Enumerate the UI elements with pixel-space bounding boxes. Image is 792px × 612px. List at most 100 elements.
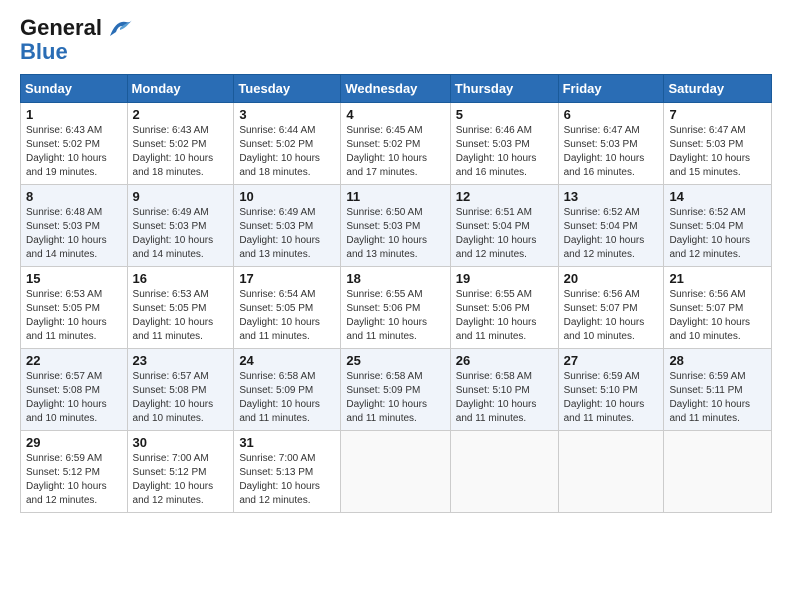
day-number: 3 bbox=[239, 107, 335, 122]
day-cell: 20 Sunrise: 6:56 AMSunset: 5:07 PMDaylig… bbox=[558, 267, 664, 349]
day-number: 15 bbox=[26, 271, 122, 286]
dow-wednesday: Wednesday bbox=[341, 75, 450, 103]
day-number: 14 bbox=[669, 189, 766, 204]
day-cell: 8 Sunrise: 6:48 AMSunset: 5:03 PMDayligh… bbox=[21, 185, 128, 267]
day-cell: 22 Sunrise: 6:57 AMSunset: 5:08 PMDaylig… bbox=[21, 349, 128, 431]
day-info: Sunrise: 6:57 AMSunset: 5:08 PMDaylight:… bbox=[26, 371, 107, 424]
day-info: Sunrise: 6:58 AMSunset: 5:09 PMDaylight:… bbox=[346, 371, 427, 424]
day-number: 4 bbox=[346, 107, 444, 122]
day-number: 2 bbox=[133, 107, 229, 122]
day-cell: 25 Sunrise: 6:58 AMSunset: 5:09 PMDaylig… bbox=[341, 349, 450, 431]
day-cell: 4 Sunrise: 6:45 AMSunset: 5:02 PMDayligh… bbox=[341, 103, 450, 185]
logo-general: General bbox=[20, 15, 102, 40]
day-cell bbox=[341, 431, 450, 513]
day-cell: 30 Sunrise: 7:00 AMSunset: 5:12 PMDaylig… bbox=[127, 431, 234, 513]
day-info: Sunrise: 6:51 AMSunset: 5:04 PMDaylight:… bbox=[456, 207, 537, 260]
day-info: Sunrise: 6:52 AMSunset: 5:04 PMDaylight:… bbox=[564, 207, 645, 260]
day-info: Sunrise: 6:44 AMSunset: 5:02 PMDaylight:… bbox=[239, 125, 320, 178]
week-row-2: 8 Sunrise: 6:48 AMSunset: 5:03 PMDayligh… bbox=[21, 185, 772, 267]
day-info: Sunrise: 6:52 AMSunset: 5:04 PMDaylight:… bbox=[669, 207, 750, 260]
day-number: 17 bbox=[239, 271, 335, 286]
day-info: Sunrise: 6:50 AMSunset: 5:03 PMDaylight:… bbox=[346, 207, 427, 260]
week-row-4: 22 Sunrise: 6:57 AMSunset: 5:08 PMDaylig… bbox=[21, 349, 772, 431]
day-number: 8 bbox=[26, 189, 122, 204]
day-of-week-header: SundayMondayTuesdayWednesdayThursdayFrid… bbox=[21, 75, 772, 103]
day-cell: 9 Sunrise: 6:49 AMSunset: 5:03 PMDayligh… bbox=[127, 185, 234, 267]
day-info: Sunrise: 6:58 AMSunset: 5:09 PMDaylight:… bbox=[239, 371, 320, 424]
day-info: Sunrise: 6:53 AMSunset: 5:05 PMDaylight:… bbox=[26, 289, 107, 342]
day-cell bbox=[558, 431, 664, 513]
day-number: 9 bbox=[133, 189, 229, 204]
day-cell: 27 Sunrise: 6:59 AMSunset: 5:10 PMDaylig… bbox=[558, 349, 664, 431]
day-number: 10 bbox=[239, 189, 335, 204]
day-cell: 13 Sunrise: 6:52 AMSunset: 5:04 PMDaylig… bbox=[558, 185, 664, 267]
day-cell: 2 Sunrise: 6:43 AMSunset: 5:02 PMDayligh… bbox=[127, 103, 234, 185]
logo: General Blue bbox=[20, 16, 134, 64]
day-info: Sunrise: 7:00 AMSunset: 5:13 PMDaylight:… bbox=[239, 453, 320, 506]
day-info: Sunrise: 6:55 AMSunset: 5:06 PMDaylight:… bbox=[456, 289, 537, 342]
day-number: 1 bbox=[26, 107, 122, 122]
day-cell: 1 Sunrise: 6:43 AMSunset: 5:02 PMDayligh… bbox=[21, 103, 128, 185]
day-info: Sunrise: 6:49 AMSunset: 5:03 PMDaylight:… bbox=[239, 207, 320, 260]
day-cell: 23 Sunrise: 6:57 AMSunset: 5:08 PMDaylig… bbox=[127, 349, 234, 431]
page-header: General Blue bbox=[20, 16, 772, 64]
day-cell: 19 Sunrise: 6:55 AMSunset: 5:06 PMDaylig… bbox=[450, 267, 558, 349]
dow-tuesday: Tuesday bbox=[234, 75, 341, 103]
day-info: Sunrise: 6:43 AMSunset: 5:02 PMDaylight:… bbox=[133, 125, 214, 178]
day-cell bbox=[450, 431, 558, 513]
day-number: 22 bbox=[26, 353, 122, 368]
day-info: Sunrise: 6:48 AMSunset: 5:03 PMDaylight:… bbox=[26, 207, 107, 260]
day-number: 27 bbox=[564, 353, 659, 368]
day-number: 5 bbox=[456, 107, 553, 122]
day-info: Sunrise: 6:59 AMSunset: 5:10 PMDaylight:… bbox=[564, 371, 645, 424]
day-number: 26 bbox=[456, 353, 553, 368]
day-info: Sunrise: 7:00 AMSunset: 5:12 PMDaylight:… bbox=[133, 453, 214, 506]
day-cell: 31 Sunrise: 7:00 AMSunset: 5:13 PMDaylig… bbox=[234, 431, 341, 513]
day-cell: 28 Sunrise: 6:59 AMSunset: 5:11 PMDaylig… bbox=[664, 349, 772, 431]
day-number: 19 bbox=[456, 271, 553, 286]
day-number: 23 bbox=[133, 353, 229, 368]
day-cell: 16 Sunrise: 6:53 AMSunset: 5:05 PMDaylig… bbox=[127, 267, 234, 349]
dow-saturday: Saturday bbox=[664, 75, 772, 103]
week-row-1: 1 Sunrise: 6:43 AMSunset: 5:02 PMDayligh… bbox=[21, 103, 772, 185]
day-number: 16 bbox=[133, 271, 229, 286]
day-cell: 11 Sunrise: 6:50 AMSunset: 5:03 PMDaylig… bbox=[341, 185, 450, 267]
day-number: 18 bbox=[346, 271, 444, 286]
day-number: 30 bbox=[133, 435, 229, 450]
day-number: 21 bbox=[669, 271, 766, 286]
day-cell bbox=[664, 431, 772, 513]
day-cell: 5 Sunrise: 6:46 AMSunset: 5:03 PMDayligh… bbox=[450, 103, 558, 185]
dow-monday: Monday bbox=[127, 75, 234, 103]
week-row-5: 29 Sunrise: 6:59 AMSunset: 5:12 PMDaylig… bbox=[21, 431, 772, 513]
day-number: 12 bbox=[456, 189, 553, 204]
logo-blue: Blue bbox=[20, 40, 102, 64]
calendar-table: SundayMondayTuesdayWednesdayThursdayFrid… bbox=[20, 74, 772, 513]
day-number: 6 bbox=[564, 107, 659, 122]
day-info: Sunrise: 6:49 AMSunset: 5:03 PMDaylight:… bbox=[133, 207, 214, 260]
day-info: Sunrise: 6:56 AMSunset: 5:07 PMDaylight:… bbox=[669, 289, 750, 342]
day-info: Sunrise: 6:57 AMSunset: 5:08 PMDaylight:… bbox=[133, 371, 214, 424]
day-number: 25 bbox=[346, 353, 444, 368]
day-cell: 17 Sunrise: 6:54 AMSunset: 5:05 PMDaylig… bbox=[234, 267, 341, 349]
day-cell: 6 Sunrise: 6:47 AMSunset: 5:03 PMDayligh… bbox=[558, 103, 664, 185]
day-cell: 10 Sunrise: 6:49 AMSunset: 5:03 PMDaylig… bbox=[234, 185, 341, 267]
day-info: Sunrise: 6:58 AMSunset: 5:10 PMDaylight:… bbox=[456, 371, 537, 424]
day-number: 11 bbox=[346, 189, 444, 204]
day-cell: 14 Sunrise: 6:52 AMSunset: 5:04 PMDaylig… bbox=[664, 185, 772, 267]
day-number: 28 bbox=[669, 353, 766, 368]
dow-friday: Friday bbox=[558, 75, 664, 103]
week-row-3: 15 Sunrise: 6:53 AMSunset: 5:05 PMDaylig… bbox=[21, 267, 772, 349]
day-info: Sunrise: 6:53 AMSunset: 5:05 PMDaylight:… bbox=[133, 289, 214, 342]
day-number: 29 bbox=[26, 435, 122, 450]
dow-thursday: Thursday bbox=[450, 75, 558, 103]
dow-sunday: Sunday bbox=[21, 75, 128, 103]
day-info: Sunrise: 6:56 AMSunset: 5:07 PMDaylight:… bbox=[564, 289, 645, 342]
day-cell: 7 Sunrise: 6:47 AMSunset: 5:03 PMDayligh… bbox=[664, 103, 772, 185]
day-cell: 15 Sunrise: 6:53 AMSunset: 5:05 PMDaylig… bbox=[21, 267, 128, 349]
day-cell: 24 Sunrise: 6:58 AMSunset: 5:09 PMDaylig… bbox=[234, 349, 341, 431]
day-cell: 26 Sunrise: 6:58 AMSunset: 5:10 PMDaylig… bbox=[450, 349, 558, 431]
day-info: Sunrise: 6:47 AMSunset: 5:03 PMDaylight:… bbox=[564, 125, 645, 178]
day-info: Sunrise: 6:45 AMSunset: 5:02 PMDaylight:… bbox=[346, 125, 427, 178]
day-cell: 21 Sunrise: 6:56 AMSunset: 5:07 PMDaylig… bbox=[664, 267, 772, 349]
day-info: Sunrise: 6:54 AMSunset: 5:05 PMDaylight:… bbox=[239, 289, 320, 342]
